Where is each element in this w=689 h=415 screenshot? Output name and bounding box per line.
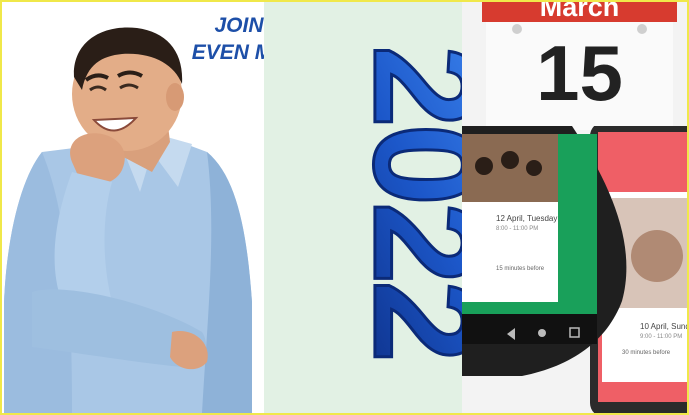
red-phone-reminder: 30 minutes before bbox=[622, 350, 671, 356]
calendar-month: March bbox=[539, 2, 620, 22]
calendar-day: 15 bbox=[536, 29, 623, 117]
green-phone-time: 8:00 - 11:00 PM bbox=[496, 226, 539, 232]
year-graphic: 2022 bbox=[341, 44, 462, 360]
calendar-page: March 15 bbox=[472, 2, 687, 130]
green-phone-date: 12 April, Tuesday bbox=[496, 214, 558, 223]
app-preview-panel: March 15 12 April, Tuesday 8:00 - 11:00 … bbox=[462, 2, 687, 413]
red-phone-date: 10 April, Sunday bbox=[640, 322, 687, 331]
red-phone-time: 9:00 - 11:00 PM bbox=[640, 334, 683, 340]
green-phone-reminder: 15 minutes before bbox=[496, 266, 545, 272]
year-text: 2022 bbox=[343, 45, 462, 358]
year-panel: 2022 bbox=[264, 2, 462, 413]
